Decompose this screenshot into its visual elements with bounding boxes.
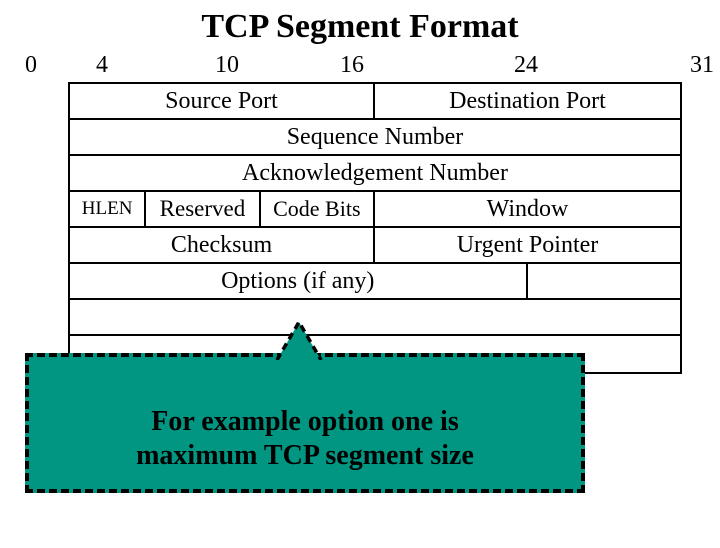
field-data — [70, 300, 680, 334]
field-checksum: Checksum — [70, 228, 375, 262]
row-flags: HLEN Reserved Code Bits Window — [70, 192, 680, 228]
field-ack-number: Acknowledgement Number — [70, 156, 680, 190]
row-check: Checksum Urgent Pointer — [70, 228, 680, 264]
row-ports: Source Port Destination Port — [70, 84, 680, 120]
field-urgent-pointer: Urgent Pointer — [375, 228, 680, 262]
tick-10: 10 — [215, 52, 239, 79]
tick-31: 31 — [690, 52, 714, 79]
tick-4: 4 — [96, 52, 108, 79]
tick-0: 0 — [25, 52, 37, 79]
row-seq: Sequence Number — [70, 120, 680, 156]
callout-line-2: maximum TCP segment size — [29, 439, 581, 473]
row-data-1 — [70, 300, 680, 336]
diagram-title: TCP Segment Format — [0, 8, 720, 46]
tick-24: 24 — [514, 52, 538, 79]
callout-line-1: For example option one is — [29, 405, 581, 439]
row-ack: Acknowledgement Number — [70, 156, 680, 192]
callout-box: For example option one is maximum TCP se… — [25, 353, 585, 493]
tick-16: 16 — [340, 52, 364, 79]
field-options: Options (if any) — [70, 264, 528, 298]
field-reserved: Reserved — [146, 192, 260, 226]
field-sequence-number: Sequence Number — [70, 120, 680, 154]
field-source-port: Source Port — [70, 84, 375, 118]
field-window: Window — [375, 192, 680, 226]
field-code-bits: Code Bits — [261, 192, 375, 226]
field-hlen: HLEN — [70, 192, 146, 226]
field-dest-port: Destination Port — [375, 84, 680, 118]
row-options: Options (if any) — [70, 264, 680, 300]
field-padding — [528, 264, 681, 298]
callout-text: For example option one is maximum TCP se… — [29, 405, 581, 472]
bit-ruler: 0 4 10 16 24 31 — [20, 52, 700, 82]
segment-table: Source Port Destination Port Sequence Nu… — [68, 82, 682, 374]
